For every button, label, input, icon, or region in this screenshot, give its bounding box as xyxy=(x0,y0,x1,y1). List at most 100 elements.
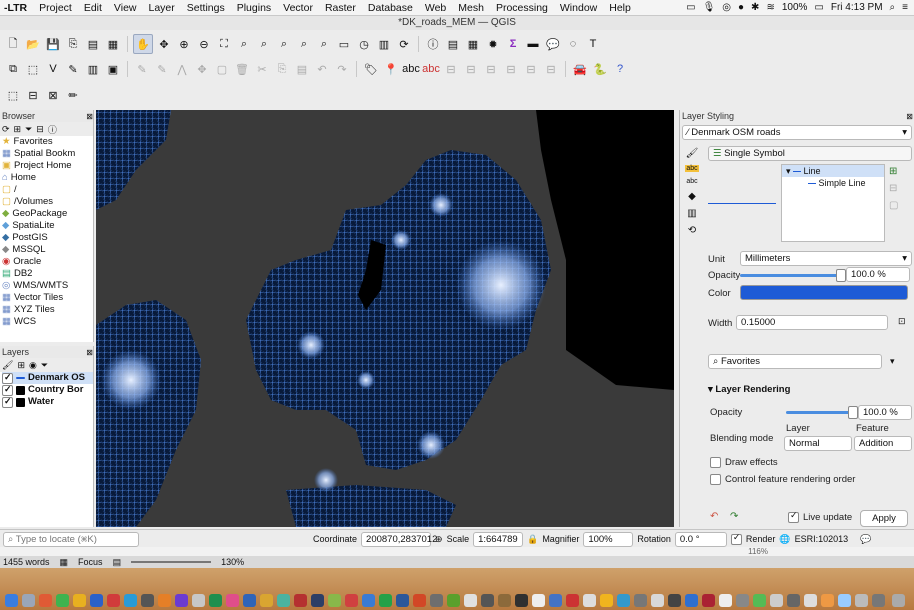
undo-icon[interactable]: ↶ xyxy=(710,511,718,522)
layer-visibility-checkbox[interactable] xyxy=(2,384,13,396)
app-icon[interactable] xyxy=(277,594,290,607)
menu-window[interactable]: Window xyxy=(554,2,603,14)
layer-rendering-header[interactable]: ▾ Layer Rendering xyxy=(708,384,790,395)
open-project-icon[interactable]: 📂 xyxy=(24,35,42,53)
app-icon[interactable] xyxy=(107,594,120,607)
finder-icon[interactable] xyxy=(5,594,18,607)
menu-plugins[interactable]: Plugins xyxy=(231,2,277,14)
lock-icon[interactable]: 🔒 xyxy=(527,534,538,545)
launchpad-icon[interactable] xyxy=(22,594,35,607)
menu-project[interactable]: Project xyxy=(33,2,78,14)
app-icon[interactable] xyxy=(702,594,715,607)
symbol-tree-simple-line[interactable]: Simple Line xyxy=(782,177,884,189)
apply-button[interactable]: Apply xyxy=(860,510,908,527)
edit-pencil-icon[interactable]: ✎ xyxy=(133,60,151,78)
control-order-row[interactable]: Control feature rendering order xyxy=(710,474,855,485)
data-defined-icon[interactable]: ⊡ xyxy=(898,316,906,327)
browser-item[interactable]: ⌂ Home xyxy=(2,172,93,184)
app-icon[interactable] xyxy=(328,594,341,607)
zoom-selection-icon[interactable]: ⌕ xyxy=(235,35,253,53)
crs-label[interactable]: ESRI:102013 xyxy=(795,534,849,544)
focus-label[interactable]: Focus xyxy=(78,557,103,567)
add-symbol-layer-icon[interactable]: ⊞ xyxy=(889,166,898,177)
focus-icon[interactable]: ▦ xyxy=(60,557,69,568)
app-icon[interactable] xyxy=(158,594,171,607)
style-brush-icon[interactable]: 🖌 xyxy=(2,360,13,371)
app-icon[interactable] xyxy=(39,594,52,607)
move-feature-icon[interactable]: ✥ xyxy=(193,60,211,78)
messages-icon[interactable]: 💬 xyxy=(860,534,871,545)
sync-icon[interactable]: ● xyxy=(738,2,744,13)
style-manager-icon[interactable]: ▦ xyxy=(104,35,122,53)
render-checkbox[interactable] xyxy=(730,533,742,545)
change-label-icon[interactable]: ⊟ xyxy=(502,60,520,78)
menu-layer[interactable]: Layer xyxy=(143,2,181,14)
qgis-icon[interactable] xyxy=(447,594,460,607)
new-map-view-icon[interactable]: ▭ xyxy=(335,35,353,53)
app-icon[interactable] xyxy=(243,594,256,607)
map-canvas[interactable] xyxy=(96,110,674,527)
menu-help[interactable]: Help xyxy=(603,2,637,14)
new-layer-icon[interactable]: ⬚ xyxy=(24,60,42,78)
app-icon[interactable] xyxy=(634,594,647,607)
copy-icon[interactable]: ⎘ xyxy=(273,60,291,78)
menu-settings[interactable]: Settings xyxy=(181,2,231,14)
scale-field[interactable]: 1:664789 xyxy=(473,531,524,547)
delete-icon[interactable]: 🗑 xyxy=(233,60,251,78)
app-icon[interactable] xyxy=(566,594,579,607)
browser-item[interactable]: ◆ PostGIS xyxy=(2,232,93,244)
app-icon[interactable] xyxy=(804,594,817,607)
app-icon[interactable] xyxy=(345,594,358,607)
blend-feature-select[interactable]: Addition xyxy=(854,436,912,451)
refresh-icon[interactable]: ⟳ xyxy=(2,124,10,135)
draw-effects-checkbox[interactable] xyxy=(710,457,721,468)
symbol-tree-line[interactable]: ▾ Line xyxy=(782,165,884,177)
print-layout-icon[interactable]: ▤ xyxy=(84,35,102,53)
browser-item[interactable]: ▢ / xyxy=(2,184,93,196)
select-features-icon[interactable]: ⬚ xyxy=(4,86,22,104)
layer-visibility-checkbox[interactable] xyxy=(2,372,13,384)
app-icon[interactable] xyxy=(600,594,613,607)
remove-symbol-layer-icon[interactable]: ⊟ xyxy=(889,183,898,194)
control-order-checkbox[interactable] xyxy=(710,474,721,485)
browser-item[interactable]: ▢/Volumes xyxy=(2,196,93,208)
app-icon[interactable] xyxy=(226,594,239,607)
app-icon[interactable] xyxy=(260,594,273,607)
menu-web[interactable]: Web xyxy=(419,2,452,14)
locate-search[interactable]: ⌕ Type to locate (⌘K) xyxy=(3,531,139,547)
browser-item[interactable]: ★ Favorites xyxy=(2,136,93,148)
add-group-icon[interactable]: ⊞ xyxy=(17,360,25,371)
add-raster-icon[interactable]: ▥ xyxy=(84,60,102,78)
close-icon[interactable]: ⊠ xyxy=(906,112,914,121)
browser-item[interactable]: ▦ WCS xyxy=(2,316,93,328)
add-vector-icon[interactable]: V xyxy=(44,60,62,78)
map-tips-icon[interactable]: ◌ xyxy=(564,35,582,53)
app-icon[interactable] xyxy=(362,594,375,607)
crs-globe-icon[interactable]: 🌐 xyxy=(779,534,790,545)
paste-icon[interactable]: ▤ xyxy=(293,60,311,78)
app-icon[interactable] xyxy=(532,594,545,607)
zoom-out-icon[interactable]: ⊖ xyxy=(195,35,213,53)
creative-cloud-icon[interactable]: ◎ xyxy=(722,2,731,13)
python-icon[interactable]: 🐍 xyxy=(591,60,609,78)
app-icon[interactable] xyxy=(192,594,205,607)
redo-icon[interactable]: ↷ xyxy=(333,60,351,78)
masks-abc-icon[interactable]: abc xyxy=(686,178,697,185)
cut-icon[interactable]: ✂ xyxy=(253,60,271,78)
add-wms-icon[interactable]: ▣ xyxy=(104,60,122,78)
settings-gear-icon[interactable]: ✹ xyxy=(484,35,502,53)
zoom-native-icon[interactable]: ⌕ xyxy=(275,35,293,53)
app-icon[interactable] xyxy=(311,594,324,607)
search-icon[interactable]: ⌕ xyxy=(890,2,896,13)
toggle-edit-icon[interactable]: ✎ xyxy=(153,60,171,78)
history-icon[interactable]: ⟲ xyxy=(688,225,696,236)
zoom-layer-icon[interactable]: ⌕ xyxy=(255,35,273,53)
refresh-icon[interactable]: ⟳ xyxy=(395,35,413,53)
battery-icon[interactable]: ▭ xyxy=(814,2,823,13)
chevron-down-icon[interactable]: ▾ xyxy=(890,356,895,367)
live-update-row[interactable]: Live update xyxy=(788,512,852,523)
3d-view-icon[interactable]: ◆ xyxy=(688,191,696,202)
app-icon[interactable] xyxy=(617,594,630,607)
color-button[interactable] xyxy=(740,285,908,300)
labels-abc-icon[interactable]: abc xyxy=(685,165,699,172)
